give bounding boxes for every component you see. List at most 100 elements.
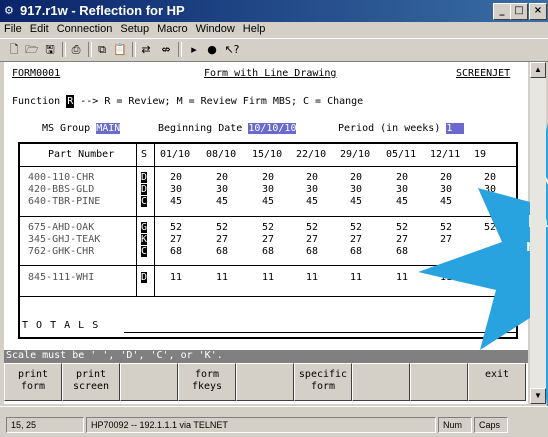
reflection-app-icon[interactable]: ⚙ — [4, 4, 18, 18]
function-key-1[interactable]: print form — [4, 363, 62, 401]
quantity-cell[interactable]: 30 — [216, 184, 228, 195]
quantity-cell[interactable]: 27 — [262, 234, 274, 245]
quantity-cell[interactable]: 52 — [396, 222, 408, 233]
quantity-cell[interactable]: 52 — [216, 222, 228, 233]
quantity-cell[interactable]: 45 — [262, 196, 274, 207]
scale-field[interactable]: D — [141, 184, 148, 195]
scale-field[interactable]: G — [141, 222, 148, 233]
part-number-cell: 640-TBR-PINE — [28, 196, 101, 207]
function-key-label: specific — [298, 369, 348, 380]
function-key-label: fkeys — [191, 381, 223, 392]
quantity-cell[interactable]: 30 — [396, 184, 408, 195]
menu-window[interactable]: Window — [192, 22, 239, 35]
quantity-cell[interactable]: 11 — [396, 272, 408, 283]
save-icon[interactable]: 🖫 — [42, 42, 58, 57]
quantity-cell[interactable]: 68 — [350, 246, 362, 257]
maximize-button[interactable]: □ — [510, 3, 528, 20]
quantity-cell[interactable]: 45 — [216, 196, 228, 207]
quantity-cell[interactable]: 68 — [396, 246, 408, 257]
function-key-2[interactable]: print screen — [62, 363, 120, 401]
scale-field[interactable]: C — [141, 196, 148, 207]
quantity-cell[interactable]: 20 — [350, 172, 362, 183]
function-label: Function — [12, 96, 67, 107]
quantity-cell[interactable]: 27 — [396, 234, 408, 245]
quantity-cell[interactable]: 20 — [262, 172, 274, 183]
function-key-label: screen — [72, 381, 110, 392]
form-brand: SCREENJET — [456, 68, 511, 79]
scale-field[interactable]: D — [141, 272, 148, 283]
menu-connection[interactable]: Connection — [53, 22, 117, 35]
function-key-5[interactable] — [236, 363, 294, 401]
open-icon[interactable]: 🗁 — [24, 42, 40, 57]
menu-edit[interactable]: Edit — [26, 22, 53, 35]
toolbar: 🗋 🗁 🖫 ⎙ ⧉ 📋 ⇄ ⇎ ▸ ● ↖? — [0, 38, 548, 62]
record-icon[interactable]: ● — [204, 42, 220, 57]
quantity-cell[interactable]: 68 — [216, 246, 228, 257]
ms-group-field[interactable]: MAIN — [96, 123, 121, 134]
quantity-cell[interactable]: 45 — [396, 196, 408, 207]
quantity-cell[interactable]: 11 — [306, 272, 318, 283]
quantity-cell[interactable]: 52 — [306, 222, 318, 233]
print-icon[interactable]: ⎙ — [68, 42, 84, 57]
close-button[interactable]: × — [529, 3, 547, 20]
quantity-cell[interactable]: 52 — [350, 222, 362, 233]
quantity-cell[interactable]: 20 — [170, 172, 182, 183]
quantity-cell[interactable]: 11 — [216, 272, 228, 283]
function-key-7[interactable] — [352, 363, 410, 401]
function-key-label: form — [20, 381, 46, 392]
menu-help[interactable]: Help — [239, 22, 270, 35]
quantity-cell[interactable]: 52 — [262, 222, 274, 233]
minimize-button[interactable]: _ — [493, 3, 511, 20]
quantity-cell[interactable]: 68 — [170, 246, 182, 257]
quantity-cell[interactable]: 20 — [396, 172, 408, 183]
quantity-cell[interactable]: 27 — [216, 234, 228, 245]
scale-field[interactable]: C — [141, 246, 148, 257]
play-icon[interactable]: ▸ — [186, 42, 202, 57]
week-header: 15/10 — [252, 149, 283, 160]
quantity-cell[interactable]: 30 — [350, 184, 362, 195]
quantity-cell[interactable]: 45 — [350, 196, 362, 207]
function-key-3[interactable] — [120, 363, 178, 401]
scroll-down-arrow-icon[interactable]: ▼ — [530, 388, 546, 404]
quantity-cell[interactable]: 45 — [170, 196, 182, 207]
header-s: S — [141, 149, 148, 160]
quantity-cell[interactable]: 11 — [350, 272, 362, 283]
quantity-cell[interactable]: 52 — [170, 222, 182, 233]
beginning-date-field[interactable]: 10/10/10 — [248, 123, 297, 134]
new-icon[interactable]: 🗋 — [6, 42, 22, 57]
quantity-cell[interactable]: 45 — [306, 196, 318, 207]
scale-field[interactable]: D — [141, 172, 148, 183]
quantity-cell[interactable]: 27 — [306, 234, 318, 245]
quantity-cell[interactable]: 11 — [170, 272, 182, 283]
toolbar-separator — [178, 42, 182, 57]
week-header: 29/10 — [340, 149, 371, 160]
function-field[interactable]: R — [66, 95, 75, 108]
copy-icon[interactable]: ⧉ — [94, 42, 110, 57]
menu-setup[interactable]: Setup — [116, 22, 153, 35]
menu-macro[interactable]: Macro — [153, 22, 192, 35]
quantity-cell[interactable]: 20 — [216, 172, 228, 183]
quantity-cell[interactable]: 30 — [306, 184, 318, 195]
menu-file[interactable]: File — [0, 22, 26, 35]
scroll-up-arrow-icon[interactable]: ▲ — [530, 62, 546, 78]
toolbar-separator — [132, 42, 136, 57]
part-number-cell: 420-BBS-GLD — [28, 184, 95, 195]
quantity-cell[interactable]: 20 — [306, 172, 318, 183]
function-key-6[interactable]: specific form — [294, 363, 352, 401]
help-pointer-icon[interactable]: ↖? — [224, 42, 240, 57]
connect-icon[interactable]: ⇄ — [138, 42, 154, 57]
quantity-cell[interactable]: 30 — [262, 184, 274, 195]
quantity-cell[interactable]: 68 — [262, 246, 274, 257]
scale-field[interactable]: K — [141, 234, 148, 245]
function-key-4[interactable]: form fkeys — [178, 363, 236, 401]
form-title: Form with Line Drawing — [204, 68, 337, 79]
quantity-cell[interactable]: 68 — [306, 246, 318, 257]
disconnect-icon[interactable]: ⇎ — [158, 42, 174, 57]
paste-icon[interactable]: 📋 — [112, 42, 128, 57]
cursor-position: 15, 25 — [6, 417, 84, 433]
quantity-cell[interactable]: 27 — [170, 234, 182, 245]
quantity-cell[interactable]: 27 — [350, 234, 362, 245]
vertical-scrollbar[interactable]: ▲ ▼ — [530, 62, 546, 404]
quantity-cell[interactable]: 30 — [170, 184, 182, 195]
quantity-cell[interactable]: 11 — [262, 272, 274, 283]
